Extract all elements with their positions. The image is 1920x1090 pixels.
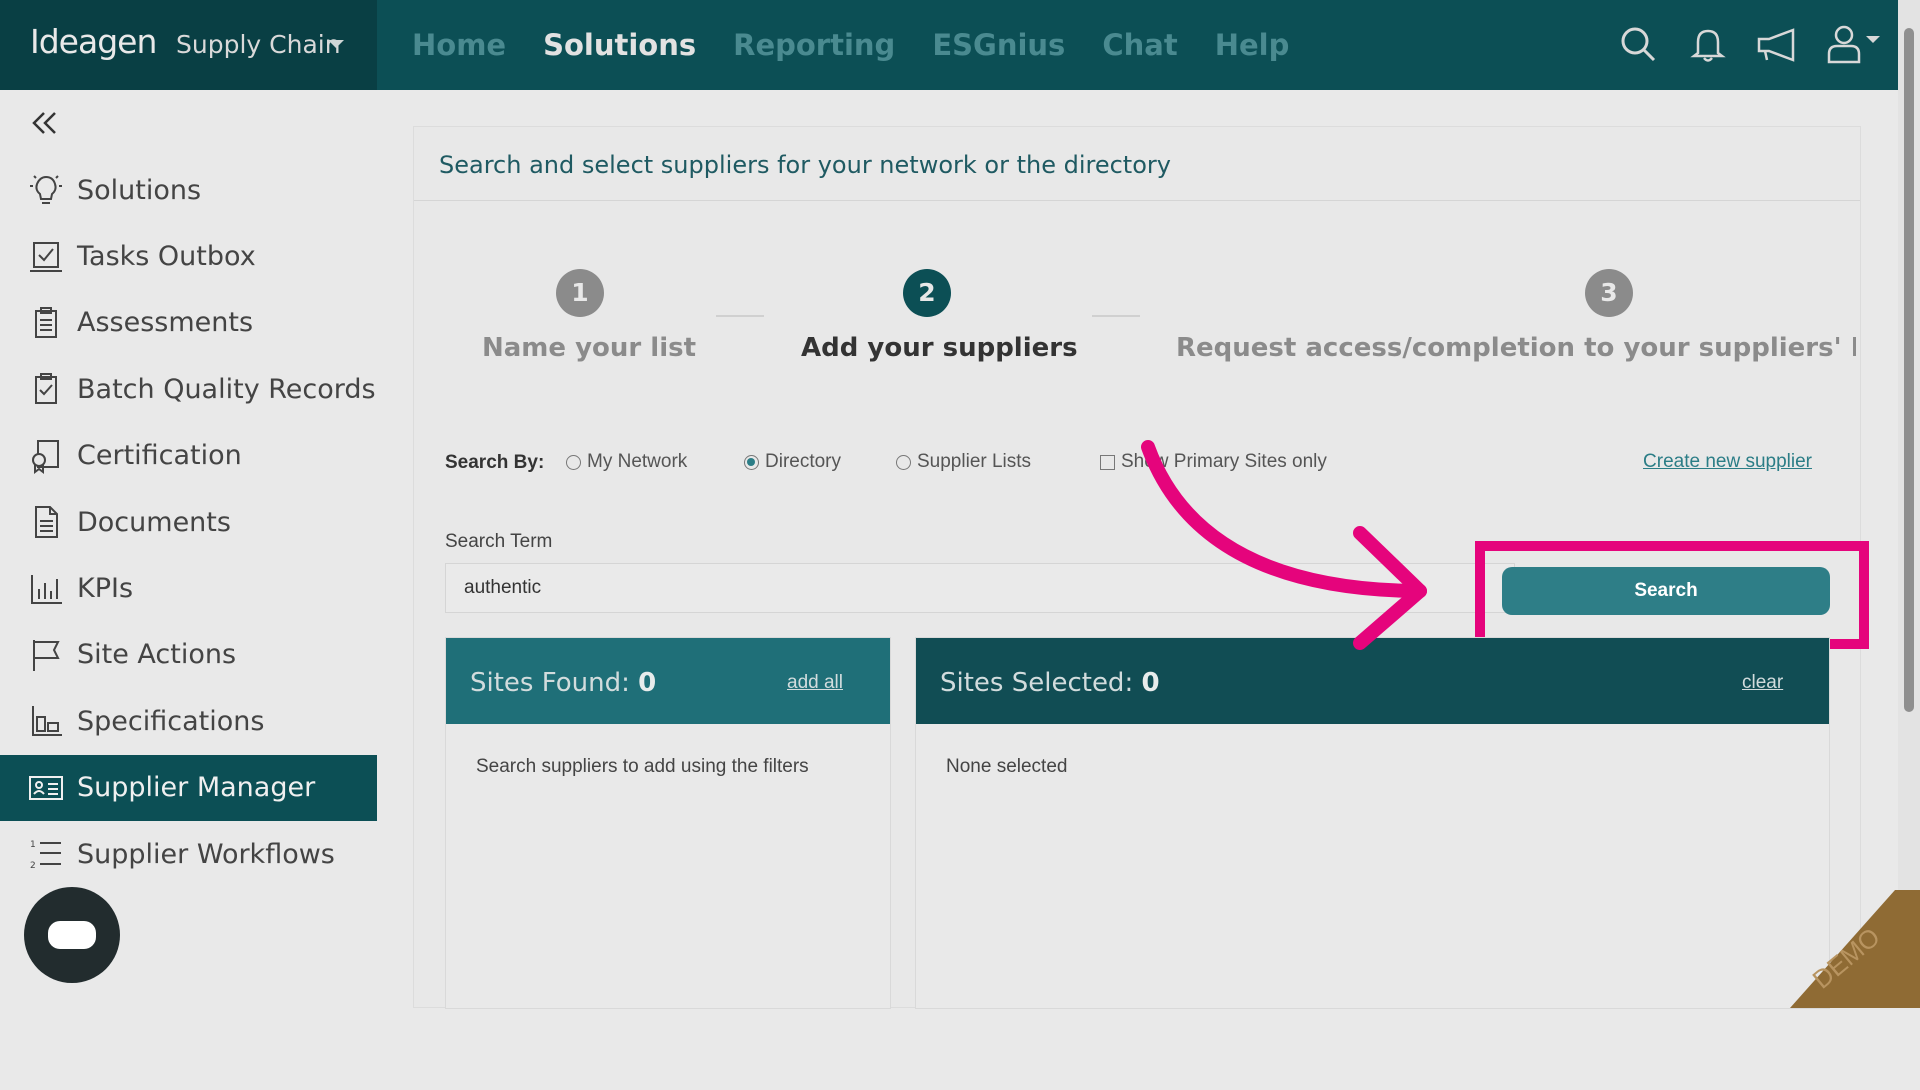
sidebar-item-label: Certification <box>77 440 242 472</box>
chat-bubble-icon <box>48 921 96 949</box>
collapse-sidebar-icon[interactable] <box>30 108 60 138</box>
page-title: Search and select suppliers for your net… <box>439 151 1171 179</box>
id-card-icon <box>28 770 64 806</box>
page-scrollbar[interactable] <box>1898 0 1920 1008</box>
numbered-list-icon: 12 <box>28 836 64 872</box>
card-header: Search and select suppliers for your net… <box>414 127 1860 201</box>
sidebar-item-documents[interactable]: Documents <box>0 489 377 555</box>
radio-button[interactable] <box>566 454 581 470</box>
sites-found-panel: Sites Found: 0 add all Search suppliers … <box>445 637 891 1009</box>
sidebar-item-label: Batch Quality Records <box>77 373 376 405</box>
sites-selected-header: Sites Selected: 0 clear <box>916 638 1829 724</box>
step-1-label: Name your list <box>482 333 697 363</box>
sidebar-item-assessments[interactable]: Assessments <box>0 290 377 356</box>
radio-button-selected[interactable] <box>744 454 759 470</box>
chat-launcher-button[interactable] <box>24 887 120 983</box>
document-icon <box>28 504 64 540</box>
nav-reporting[interactable]: Reporting <box>733 28 895 62</box>
sidebar-item-label: Tasks Outbox <box>77 241 256 273</box>
flag-icon <box>28 637 64 673</box>
radio-directory[interactable]: Directory <box>744 451 841 473</box>
nav-esgnius[interactable]: ESGnius <box>932 28 1065 62</box>
sidebar-menu: Solutions Tasks Outbox Assessments Batch… <box>0 157 377 887</box>
step-3-label: Request access/completion to your suppli… <box>1176 333 1856 363</box>
product-name[interactable]: Supply Chain <box>176 30 341 59</box>
nav-help[interactable]: Help <box>1215 28 1290 62</box>
search-by-label: Search By: <box>445 452 545 473</box>
sites-selected-panel: Sites Selected: 0 clear None selected <box>915 637 1830 1009</box>
search-icon[interactable] <box>1614 20 1662 68</box>
step-1-circle: 1 <box>556 269 604 317</box>
sidebar-item-label: Site Actions <box>77 639 237 671</box>
demo-ribbon: DEMO <box>1740 890 1920 1090</box>
search-button[interactable]: Search <box>1502 567 1830 615</box>
sidebar-item-supplier-manager[interactable]: Supplier Manager <box>0 754 377 821</box>
scrollbar-thumb[interactable] <box>1904 28 1914 712</box>
sidebar: Solutions Tasks Outbox Assessments Batch… <box>0 90 377 1008</box>
step-2-circle: 2 <box>903 269 951 317</box>
user-account-icon[interactable] <box>1824 20 1884 68</box>
nav-home[interactable]: Home <box>412 28 506 62</box>
sidebar-item-label: Specifications <box>77 705 265 737</box>
specifications-icon <box>28 703 64 739</box>
lightbulb-icon <box>28 172 64 208</box>
sidebar-item-kpis[interactable]: KPIs <box>0 555 377 621</box>
main-nav: Home Solutions Reporting ESGnius Chat He… <box>412 28 1289 62</box>
certificate-icon <box>28 438 64 474</box>
search-term-input[interactable]: authentic <box>445 563 1515 613</box>
radio-button[interactable] <box>896 454 911 470</box>
step-2-label: Add your suppliers <box>801 333 1078 363</box>
sidebar-item-tasks-outbox[interactable]: Tasks Outbox <box>0 223 377 289</box>
sidebar-item-batch-quality-records[interactable]: Batch Quality Records <box>0 356 377 422</box>
sidebar-item-label: Solutions <box>77 174 202 206</box>
sidebar-item-supplier-workflows[interactable]: 12 Supplier Workflows <box>0 821 377 887</box>
nav-solutions[interactable]: Solutions <box>543 28 696 62</box>
sites-found-empty-text: Search suppliers to add using the filter… <box>476 756 809 777</box>
radio-my-network[interactable]: My Network <box>566 451 687 473</box>
brand-area[interactable]: Ideagen Supply Chain <box>0 0 377 90</box>
tasks-outbox-icon <box>28 239 64 275</box>
bell-icon[interactable] <box>1684 20 1732 68</box>
megaphone-icon[interactable] <box>1754 20 1802 68</box>
clipboard-check-icon <box>28 371 64 407</box>
step-divider <box>1092 315 1140 317</box>
search-term-label: Search Term <box>445 531 553 552</box>
ideagen-logo: Ideagen <box>30 22 157 61</box>
clear-link[interactable]: clear <box>1742 672 1783 694</box>
sidebar-item-label: Supplier Workflows <box>77 838 335 870</box>
sites-found-title: Sites Found: 0 <box>470 668 657 698</box>
create-new-supplier-link[interactable]: Create new supplier <box>1643 451 1812 473</box>
sidebar-item-site-actions[interactable]: Site Actions <box>0 622 377 688</box>
sites-selected-title: Sites Selected: 0 <box>940 668 1160 698</box>
svg-text:1: 1 <box>30 840 36 850</box>
header-icons <box>1614 20 1884 68</box>
sites-selected-empty-text: None selected <box>946 756 1068 777</box>
checkbox[interactable] <box>1100 454 1115 470</box>
primary-sites-checkbox[interactable]: Show Primary Sites only <box>1100 451 1327 473</box>
sidebar-item-label: KPIs <box>77 573 134 605</box>
bar-chart-icon <box>28 571 64 607</box>
top-navigation-bar: Ideagen Supply Chain Home Solutions Repo… <box>0 0 1920 90</box>
clipboard-icon <box>28 305 64 341</box>
svg-text:2: 2 <box>30 861 36 871</box>
sidebar-item-certification[interactable]: Certification <box>0 423 377 489</box>
product-dropdown-caret-icon[interactable] <box>328 40 344 48</box>
sidebar-item-label: Assessments <box>77 307 254 339</box>
nav-chat[interactable]: Chat <box>1102 28 1177 62</box>
sidebar-item-label: Documents <box>77 506 231 538</box>
sidebar-item-solutions[interactable]: Solutions <box>0 157 377 223</box>
add-all-link[interactable]: add all <box>787 672 843 694</box>
sites-found-header: Sites Found: 0 add all <box>446 638 890 724</box>
main-card: Search and select suppliers for your net… <box>413 126 1869 1009</box>
step-divider <box>716 315 764 317</box>
step-3-circle: 3 <box>1585 269 1633 317</box>
radio-supplier-lists[interactable]: Supplier Lists <box>896 451 1031 473</box>
sidebar-item-specifications[interactable]: Specifications <box>0 688 377 754</box>
sidebar-item-label: Supplier Manager <box>77 772 316 804</box>
